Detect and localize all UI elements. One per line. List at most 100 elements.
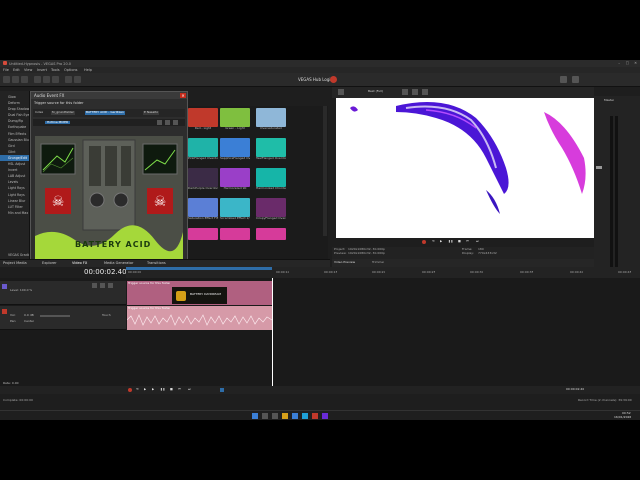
bypass-icon[interactable] [173,120,178,125]
task-view-icon[interactable] [272,413,278,419]
menu-help[interactable]: Help [84,68,92,72]
preset-thumb[interactable]: CrispyFlanged Overdone [256,198,286,223]
tab-video-fx[interactable]: Video FX [72,261,87,265]
preview-settings-icon[interactable] [338,89,344,95]
mute-icon[interactable] [92,283,97,288]
playhead-cursor[interactable] [272,278,273,388]
preset-thumb[interactable] [188,228,218,253]
save-preset-icon[interactable] [157,120,162,125]
pause-icon[interactable]: ❚❚ [160,388,165,392]
menu-insert[interactable]: Insert [37,68,47,72]
tab-media-generator[interactable]: Media Generator [104,261,133,265]
preset-thumb[interactable]: Harmonized 90 [220,168,250,193]
close-icon[interactable]: ✕ [634,61,637,65]
open-icon[interactable] [12,76,19,83]
video-clip[interactable]: Trigger source for this folder BATTERY D… [127,281,272,305]
record-icon[interactable] [128,388,132,392]
svg-text:☠: ☠ [154,194,167,210]
app-icon[interactable] [322,413,328,419]
stop-icon[interactable]: ■ [170,388,173,392]
menu-view[interactable]: View [24,68,32,72]
save-icon[interactable] [21,76,28,83]
preset-image [188,138,218,157]
chain-tab-active[interactable]: BATTERY ACID - Gerlitzen [85,111,125,115]
next-frame-icon[interactable]: ⏭ [476,240,479,244]
copy-icon[interactable] [43,76,50,83]
split-screen-icon[interactable] [412,89,418,95]
play-icon[interactable]: ▶ [440,240,442,244]
preset-thumb[interactable] [220,228,250,253]
preset-thumb[interactable]: Scrambled Effect 2/13 [220,198,250,223]
play-from-start-icon[interactable]: ▶ [152,388,154,392]
maximize-icon[interactable]: □ [626,61,629,65]
help-icon[interactable] [572,76,579,83]
volume-slider[interactable] [40,315,70,317]
master-label: Master [604,99,615,102]
preset-thumb[interactable]: Green - Light [220,108,250,133]
tab-project-media[interactable]: Project Media [3,261,27,265]
chain-tab[interactable]: fx_grundfelder [51,111,75,115]
stop-icon[interactable]: ■ [458,240,461,244]
hub-login-button[interactable]: VEGAS Hub Login [298,77,333,82]
preset-select[interactable]: Hotline MIXER [45,120,71,124]
record-icon[interactable] [422,240,426,244]
delete-preset-icon[interactable] [165,120,170,125]
snap-icon[interactable] [220,388,224,392]
grid-scrollbar[interactable] [323,106,327,236]
search-icon[interactable] [262,413,268,419]
browser-icon[interactable] [292,413,298,419]
solo-icon[interactable] [100,283,105,288]
minimize-icon[interactable]: – [618,61,620,65]
preset-thumb[interactable]: PinkFlanged Overdone [188,138,218,163]
preview-quality-select[interactable]: Best (Full) [368,90,383,94]
preset-thumb[interactable]: Saturation Effect FINAL [188,198,218,223]
time-ruler[interactable]: 00:00:00 00:00:10 00:00:15 00:00:20 00:0… [126,267,640,278]
loop-region[interactable] [126,267,272,270]
preset-thumb[interactable]: Harmonized Chorded [256,168,286,193]
master-fader[interactable] [596,166,602,169]
hub-avatar-icon[interactable] [330,76,337,83]
dialog-close-button[interactable]: ✕ [180,93,186,98]
pause-icon[interactable]: ❚❚ [448,240,453,244]
preset-thumb[interactable]: Red - Light [188,108,218,133]
audio-track-header[interactable]: Vol: 0.0 dB Pan: Center Touch [0,306,126,330]
preset-thumb[interactable]: SapphireFlanged Overdone [220,138,250,163]
undo-icon[interactable] [65,76,72,83]
automation-mode[interactable]: Touch [102,314,111,318]
snapshot-icon[interactable] [422,89,428,95]
go-end-icon[interactable]: ⏭ [188,388,191,392]
overlay-icon[interactable] [402,89,408,95]
redo-icon[interactable] [74,76,81,83]
preset-thumb[interactable]: DarkPurple Overdone [188,168,218,193]
preset-thumb[interactable] [256,228,286,253]
loop-icon[interactable]: ⟲ [136,388,139,392]
start-icon[interactable] [252,413,258,419]
menu-options[interactable]: Options [64,68,78,72]
prev-frame-icon[interactable]: ⏮ [466,240,469,244]
vegas-taskbar-icon[interactable] [312,413,318,419]
explorer-icon[interactable] [282,413,288,419]
menu-edit[interactable]: Edit [13,68,20,72]
preset-thumb[interactable]: TealFlanged Overdone [256,138,286,163]
tab-trimmer[interactable]: Trimmer [372,261,384,265]
menu-tools[interactable]: Tools [51,68,60,72]
paste-icon[interactable] [52,76,59,83]
cut-icon[interactable] [34,76,41,83]
go-start-icon[interactable]: ⏮ [178,388,181,392]
track-fx-icon[interactable] [108,283,113,288]
audio-clip[interactable]: Trigger source for this folder [127,306,272,330]
app-icon[interactable] [302,413,308,419]
tab-transitions[interactable]: Transitions [147,261,166,265]
list-item[interactable]: Min and Max [0,210,29,216]
preset-thumb[interactable]: Oversaturated [256,108,286,133]
new-project-icon[interactable] [3,76,10,83]
loop-icon[interactable]: ⟲ [432,240,435,244]
settings-icon[interactable] [560,76,567,83]
chain-tab[interactable]: Index [35,111,43,115]
tab-video-preview[interactable]: Video Preview [334,261,355,265]
tab-explorer[interactable]: Explorer [42,261,57,265]
chain-tab[interactable]: E Nasalto [143,111,160,115]
play-icon[interactable]: ▶ [144,388,146,392]
menu-file[interactable]: File [3,68,9,72]
video-track-header[interactable]: Level: 100.0 % [0,281,126,305]
